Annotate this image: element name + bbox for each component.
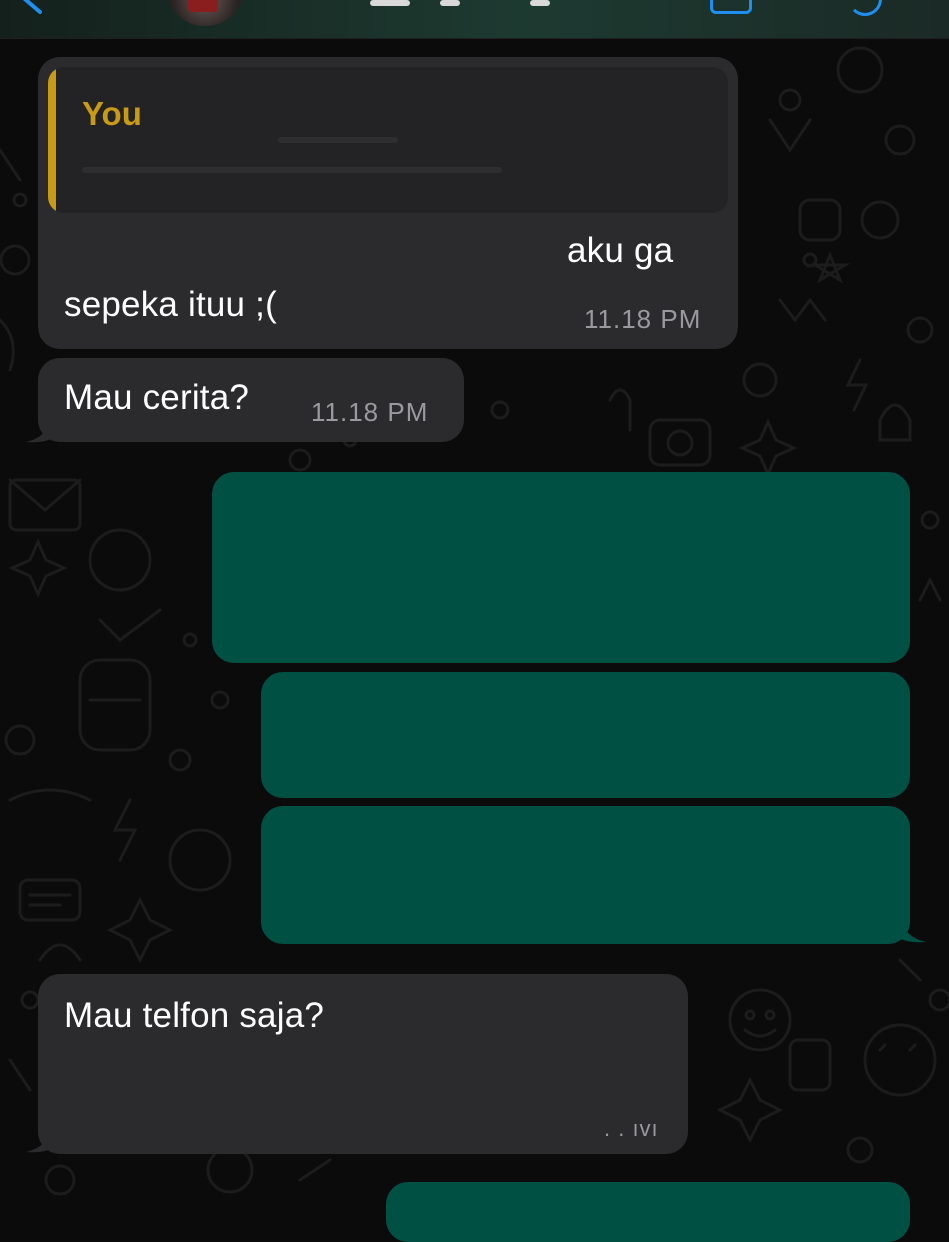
chat-header <box>0 0 949 39</box>
message-time: 11.18 PM <box>311 397 429 427</box>
video-call-icon[interactable] <box>710 0 752 14</box>
bubble-tail <box>890 910 926 943</box>
message-text: aku ga <box>567 231 674 270</box>
message-text: Mau telfon saja? <box>64 996 325 1035</box>
message-bubble-outgoing[interactable] <box>212 472 910 663</box>
reply-text-redacted <box>278 137 398 143</box>
phone-icon[interactable] <box>848 0 882 16</box>
contact-avatar[interactable] <box>168 0 242 26</box>
reply-author: You <box>82 95 142 132</box>
message-time: 11.18 PM <box>584 304 702 334</box>
message-bubble-outgoing[interactable] <box>261 672 910 798</box>
message-bubble-outgoing[interactable] <box>261 806 910 944</box>
contact-name-redacted[interactable] <box>440 0 460 6</box>
message-bubble-outgoing[interactable] <box>386 1182 910 1242</box>
bubble-tail <box>26 410 62 443</box>
chevron-left-icon[interactable] <box>20 0 48 14</box>
message-text: Mau cerita? <box>64 378 250 417</box>
bubble-tail <box>26 1120 62 1153</box>
message-time-partial: . . ıvı <box>604 1116 659 1141</box>
reply-text-redacted <box>82 167 502 173</box>
contact-name-redacted[interactable] <box>370 0 410 6</box>
message-text: sepeka ituu ;( <box>64 285 277 324</box>
reply-accent-bar <box>48 67 56 213</box>
quoted-reply[interactable]: You <box>48 67 728 213</box>
contact-name-redacted[interactable] <box>530 0 550 6</box>
